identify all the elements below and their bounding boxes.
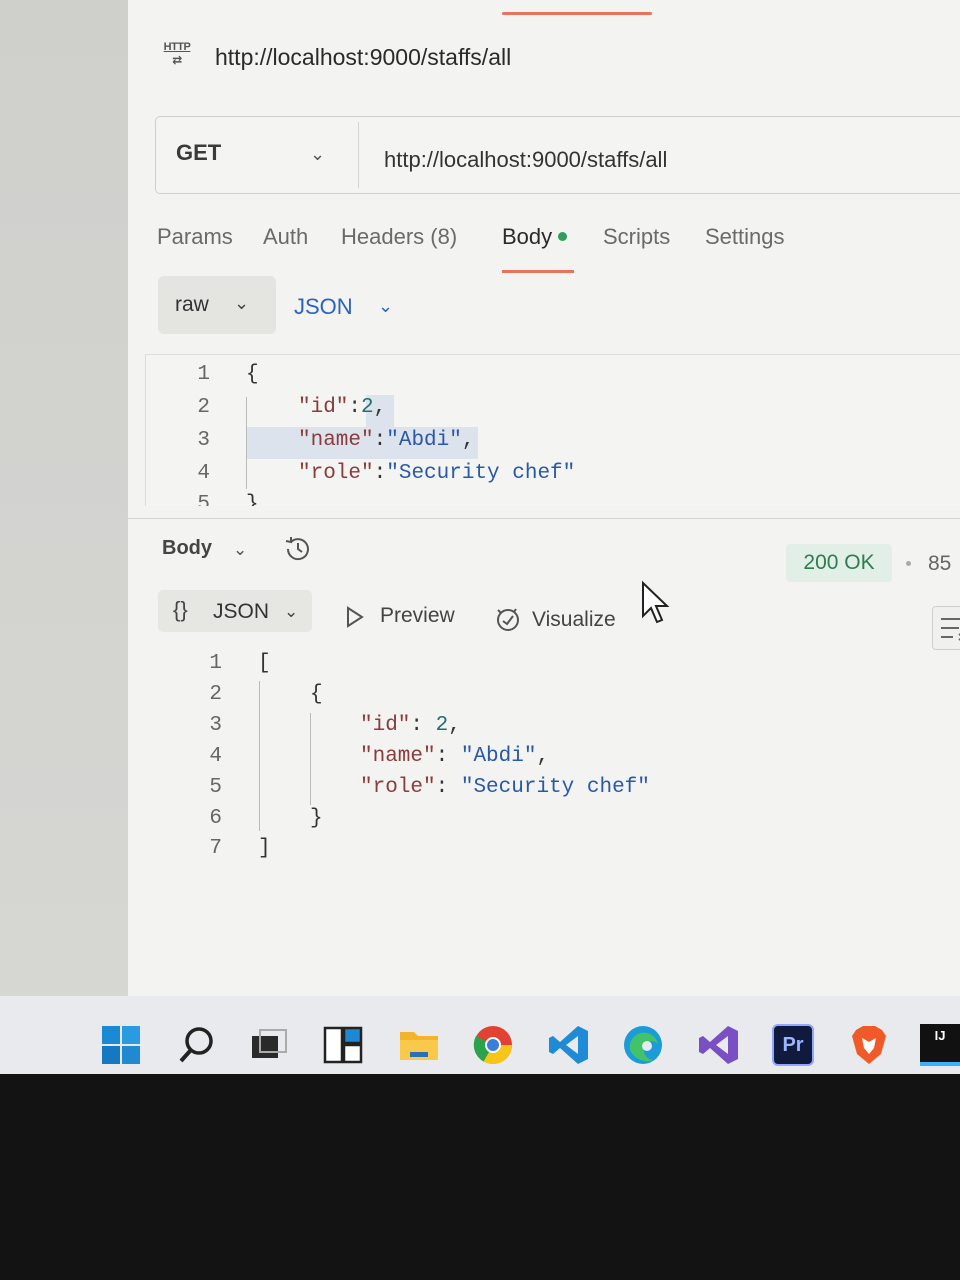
vscode-icon[interactable] (548, 1024, 590, 1066)
line-number: 2 (197, 396, 210, 419)
chevron-down-icon[interactable]: ⌄ (378, 296, 393, 317)
wrap-lines-icon (941, 618, 960, 641)
response-time[interactable]: 85 (928, 552, 951, 576)
tab-params[interactable]: Params (157, 224, 233, 250)
separator-dot (906, 561, 911, 566)
open-brace: { (310, 683, 323, 706)
intellij-icon[interactable]: IJ (920, 1024, 960, 1066)
braces-icon: {} (173, 597, 188, 622)
line-number: 1 (209, 652, 222, 675)
visualize-button[interactable]: Visualize (532, 608, 616, 632)
code-line: "role": "Security chef" (360, 776, 650, 799)
active-tab-accent (502, 12, 652, 15)
search-icon[interactable] (176, 1024, 218, 1066)
brave-icon[interactable] (848, 1024, 890, 1066)
body-type-label: raw (175, 293, 209, 316)
json-key: "role" (360, 776, 436, 799)
response-section-label[interactable]: Body (162, 537, 212, 560)
json-key: "id" (360, 714, 411, 737)
tab-headers[interactable]: Headers (8) (341, 224, 457, 250)
visualize-icon[interactable] (494, 605, 522, 633)
open-brace: { (246, 363, 259, 386)
code-line: } (246, 493, 259, 506)
preview-button[interactable]: Preview (380, 604, 455, 628)
task-view-icon[interactable] (248, 1024, 290, 1066)
code-line: } (310, 807, 323, 830)
chevron-down-icon[interactable]: ⌄ (233, 540, 247, 560)
widgets-icon[interactable] (322, 1024, 364, 1066)
line-number: 6 (209, 807, 222, 830)
tab-scripts[interactable]: Scripts (603, 224, 670, 250)
request-tabs: Params Auth Headers (8) Body Scripts Set… (157, 224, 857, 274)
indent-guide (259, 681, 260, 831)
request-title[interactable]: http://localhost:9000/staffs/all (215, 44, 511, 71)
http-request-icon: HTTP ⇄ (163, 41, 191, 67)
json-key: "name" (298, 429, 374, 452)
json-value: "Security chef" (386, 462, 576, 485)
chevron-down-icon: ⌄ (234, 293, 250, 313)
background-desktop-strip (0, 0, 130, 1000)
line-number: 5 (197, 493, 210, 506)
json-key: "name" (360, 745, 436, 768)
play-icon[interactable] (345, 606, 365, 628)
chevron-down-icon: ⌄ (284, 602, 299, 621)
line-number: 2 (209, 683, 222, 706)
mouse-cursor-icon (642, 580, 670, 624)
premiere-pro-icon[interactable]: Pr (772, 1024, 814, 1066)
line-number: 1 (197, 363, 210, 386)
close-bracket: ] (258, 837, 271, 860)
tab-settings[interactable]: Settings (705, 224, 785, 250)
code-line: ] (258, 837, 271, 860)
json-value: "Abdi" (386, 429, 462, 452)
chevron-down-icon[interactable]: ⌄ (310, 144, 325, 165)
method-select[interactable]: GET (176, 140, 221, 166)
code-line: [ (258, 652, 271, 675)
chrome-icon[interactable] (472, 1024, 514, 1066)
code-line: "role":"Security chef" (298, 462, 576, 485)
close-brace: } (246, 493, 259, 506)
code-line: { (246, 363, 259, 386)
visual-studio-icon[interactable] (698, 1024, 740, 1066)
pane-divider[interactable] (128, 518, 960, 519)
tab-body[interactable]: Body (502, 224, 568, 250)
line-number: 3 (209, 714, 222, 737)
line-number: 7 (209, 837, 222, 860)
json-key: "role" (298, 462, 374, 485)
line-number: 4 (209, 745, 222, 768)
response-format-label: JSON (213, 600, 270, 623)
edge-icon[interactable] (622, 1024, 664, 1066)
screen-bezel (0, 1074, 960, 1280)
history-icon[interactable] (282, 533, 314, 565)
json-value: "Security chef" (460, 776, 650, 799)
line-number: 4 (197, 462, 210, 485)
json-value: 2 (361, 396, 374, 419)
indent-guide (310, 713, 311, 805)
status-badge[interactable]: 200 OK (786, 544, 892, 582)
code-line: "id": 2, (360, 714, 461, 737)
json-key: "id" (298, 396, 349, 419)
word-wrap-button[interactable] (932, 606, 960, 650)
indent-guide (246, 397, 247, 489)
open-bracket: [ (258, 652, 271, 675)
request-body-editor[interactable]: 1 2 3 4 5 { "id":2, "name":"Abdi", "role… (145, 354, 960, 506)
line-number: 3 (197, 429, 210, 452)
code-line: "name": "Abdi", (360, 745, 550, 768)
json-value: 2 (435, 714, 449, 737)
code-line: { (310, 683, 323, 706)
divider (358, 122, 359, 188)
close-brace: } (310, 807, 323, 830)
response-body-viewer[interactable]: 1 2 3 4 5 6 7 [ { "id": 2, "name": "Abdi… (150, 645, 950, 875)
code-line: "id":2, (298, 396, 387, 419)
windows-start-icon[interactable] (100, 1024, 142, 1066)
file-explorer-icon[interactable] (398, 1024, 440, 1066)
tab-auth[interactable]: Auth (263, 224, 308, 250)
modified-dot-icon (558, 231, 568, 241)
tab-body-label: Body (502, 224, 553, 249)
line-number: 5 (209, 776, 222, 799)
code-line: "name":"Abdi", (298, 429, 475, 452)
json-value: "Abdi" (460, 745, 537, 768)
tab-active-underline (502, 270, 574, 273)
url-input[interactable]: http://localhost:9000/staffs/all (384, 147, 944, 173)
body-format-select[interactable]: JSON (294, 294, 353, 320)
